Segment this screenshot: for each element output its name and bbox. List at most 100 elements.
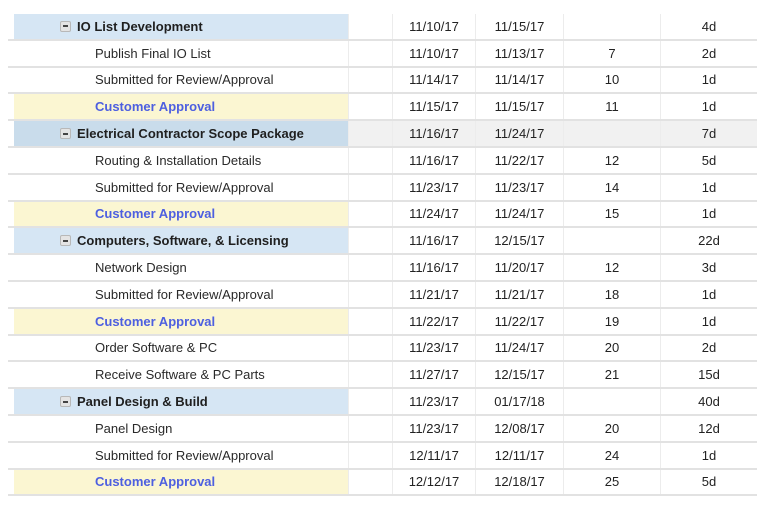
- task-row[interactable]: Panel Design 11/23/17 12/08/17 20 12d: [8, 415, 757, 443]
- predecessors-cell[interactable]: 12: [563, 147, 660, 173]
- blank-cell[interactable]: [348, 174, 392, 200]
- predecessors-cell[interactable]: 18: [563, 281, 660, 307]
- task-name-cell[interactable]: Network Design: [14, 255, 348, 280]
- duration-cell[interactable]: 1d: [660, 201, 757, 227]
- task-row[interactable]: Submitted for Review/Approval 11/23/17 11/…: [8, 174, 757, 202]
- duration-cell[interactable]: 7d: [660, 121, 757, 146]
- start-date-cell[interactable]: 11/27/17: [392, 362, 475, 388]
- duration-cell[interactable]: 4d: [660, 14, 757, 39]
- task-name-cell[interactable]: IO List Development: [14, 14, 348, 39]
- blank-cell[interactable]: [348, 335, 392, 361]
- blank-cell[interactable]: [348, 228, 392, 254]
- duration-cell[interactable]: 3d: [660, 255, 757, 280]
- blank-cell[interactable]: [348, 255, 392, 280]
- end-date-cell[interactable]: 11/15/17: [475, 14, 563, 39]
- blank-cell[interactable]: [348, 442, 392, 468]
- start-date-cell[interactable]: 11/22/17: [392, 308, 475, 334]
- predecessors-cell[interactable]: 20: [563, 335, 660, 361]
- task-name-cell[interactable]: Panel Design & Build: [14, 389, 348, 414]
- end-date-cell[interactable]: 11/24/17: [475, 335, 563, 361]
- duration-cell[interactable]: 2d: [660, 40, 757, 66]
- task-row[interactable]: Submitted for Review/Approval 11/21/17 11/…: [8, 281, 757, 309]
- start-date-cell[interactable]: 11/14/17: [392, 67, 475, 93]
- end-date-cell[interactable]: 11/24/17: [475, 201, 563, 227]
- task-name-cell[interactable]: Submitted for Review/Approval: [14, 282, 348, 307]
- start-date-cell[interactable]: 11/16/17: [392, 147, 475, 173]
- collapse-minus-icon[interactable]: [60, 128, 71, 140]
- duration-cell[interactable]: 15d: [660, 362, 757, 388]
- task-name-cell[interactable]: Submitted for Review/Approval: [14, 175, 348, 200]
- end-date-cell[interactable]: 12/18/17: [475, 469, 563, 495]
- task-row[interactable]: Network Design 11/16/17 11/20/17 12 3d: [8, 255, 757, 282]
- predecessors-cell[interactable]: 25: [563, 469, 660, 495]
- milestone-row[interactable]: Customer Approval 12/12/17 12/18/17 25 5d: [8, 469, 757, 497]
- end-date-cell[interactable]: 12/11/17: [475, 442, 563, 468]
- end-date-cell[interactable]: 11/24/17: [475, 121, 563, 146]
- milestone-row[interactable]: Customer Approval 11/15/17 11/15/17 11 1d: [8, 94, 757, 122]
- task-name-cell[interactable]: Electrical Contractor Scope Package: [14, 121, 348, 146]
- end-date-cell[interactable]: 11/15/17: [475, 94, 563, 120]
- task-name-cell[interactable]: Order Software & PC: [14, 336, 348, 361]
- end-date-cell[interactable]: 11/22/17: [475, 308, 563, 334]
- blank-cell[interactable]: [348, 389, 392, 414]
- milestone-row[interactable]: Customer Approval 11/22/17 11/22/17 19 1d: [8, 308, 757, 336]
- task-name-cell[interactable]: Panel Design: [14, 416, 348, 441]
- predecessors-cell[interactable]: 10: [563, 67, 660, 93]
- blank-cell[interactable]: [348, 281, 392, 307]
- start-date-cell[interactable]: 11/16/17: [392, 228, 475, 254]
- start-date-cell[interactable]: 11/24/17: [392, 201, 475, 227]
- start-date-cell[interactable]: 11/10/17: [392, 40, 475, 66]
- start-date-cell[interactable]: 11/10/17: [392, 14, 475, 39]
- start-date-cell[interactable]: 11/23/17: [392, 389, 475, 414]
- end-date-cell[interactable]: 12/08/17: [475, 415, 563, 441]
- task-name-cell[interactable]: Submitted for Review/Approval: [14, 443, 348, 468]
- predecessors-cell[interactable]: [563, 228, 660, 254]
- task-name-cell[interactable]: Computers, Software, & Licensing: [14, 228, 348, 254]
- start-date-cell[interactable]: 12/11/17: [392, 442, 475, 468]
- task-name-cell[interactable]: Customer Approval: [14, 94, 348, 120]
- blank-cell[interactable]: [348, 415, 392, 441]
- duration-cell[interactable]: 12d: [660, 415, 757, 441]
- blank-cell[interactable]: [348, 121, 392, 146]
- group-row[interactable]: IO List Development 11/10/17 11/15/17 4d: [8, 14, 757, 41]
- task-name-cell[interactable]: Customer Approval: [14, 201, 348, 227]
- duration-cell[interactable]: 1d: [660, 67, 757, 93]
- end-date-cell[interactable]: 11/20/17: [475, 255, 563, 280]
- task-row[interactable]: Routing & Installation Details 11/16/17 11…: [8, 147, 757, 175]
- task-row[interactable]: Publish Final IO List 11/10/17 11/13/17 7 2d: [8, 40, 757, 68]
- duration-cell[interactable]: 5d: [660, 469, 757, 495]
- task-name-cell[interactable]: Publish Final IO List: [14, 41, 348, 66]
- predecessors-cell[interactable]: 15: [563, 201, 660, 227]
- start-date-cell[interactable]: 11/23/17: [392, 335, 475, 361]
- blank-cell[interactable]: [348, 14, 392, 39]
- predecessors-cell[interactable]: 21: [563, 362, 660, 388]
- blank-cell[interactable]: [348, 40, 392, 66]
- predecessors-cell[interactable]: [563, 389, 660, 414]
- end-date-cell[interactable]: 01/17/18: [475, 389, 563, 414]
- duration-cell[interactable]: 40d: [660, 389, 757, 414]
- task-name-cell[interactable]: Routing & Installation Details: [14, 148, 348, 173]
- start-date-cell[interactable]: 11/15/17: [392, 94, 475, 120]
- duration-cell[interactable]: 1d: [660, 94, 757, 120]
- predecessors-cell[interactable]: 11: [563, 94, 660, 120]
- duration-cell[interactable]: 2d: [660, 335, 757, 361]
- end-date-cell[interactable]: 11/21/17: [475, 281, 563, 307]
- predecessors-cell[interactable]: 19: [563, 308, 660, 334]
- predecessors-cell[interactable]: 14: [563, 174, 660, 200]
- task-row[interactable]: Submitted for Review/Approval 11/14/17 11/…: [8, 67, 757, 95]
- predecessors-cell[interactable]: [563, 14, 660, 39]
- start-date-cell[interactable]: 11/23/17: [392, 174, 475, 200]
- end-date-cell[interactable]: 11/13/17: [475, 40, 563, 66]
- duration-cell[interactable]: 1d: [660, 174, 757, 200]
- blank-cell[interactable]: [348, 67, 392, 93]
- task-row[interactable]: Order Software & PC 11/23/17 11/24/17 20 2d: [8, 335, 757, 363]
- blank-cell[interactable]: [348, 362, 392, 388]
- blank-cell[interactable]: [348, 94, 392, 120]
- start-date-cell[interactable]: 12/12/17: [392, 469, 475, 495]
- duration-cell[interactable]: 5d: [660, 147, 757, 173]
- collapse-minus-icon[interactable]: [60, 20, 71, 32]
- predecessors-cell[interactable]: 12: [563, 255, 660, 280]
- milestone-row[interactable]: Customer Approval 11/24/17 11/24/17 15 1d: [8, 201, 757, 229]
- predecessors-cell[interactable]: 24: [563, 442, 660, 468]
- task-row[interactable]: Receive Software & PC Parts 11/27/17 12/15…: [8, 362, 757, 390]
